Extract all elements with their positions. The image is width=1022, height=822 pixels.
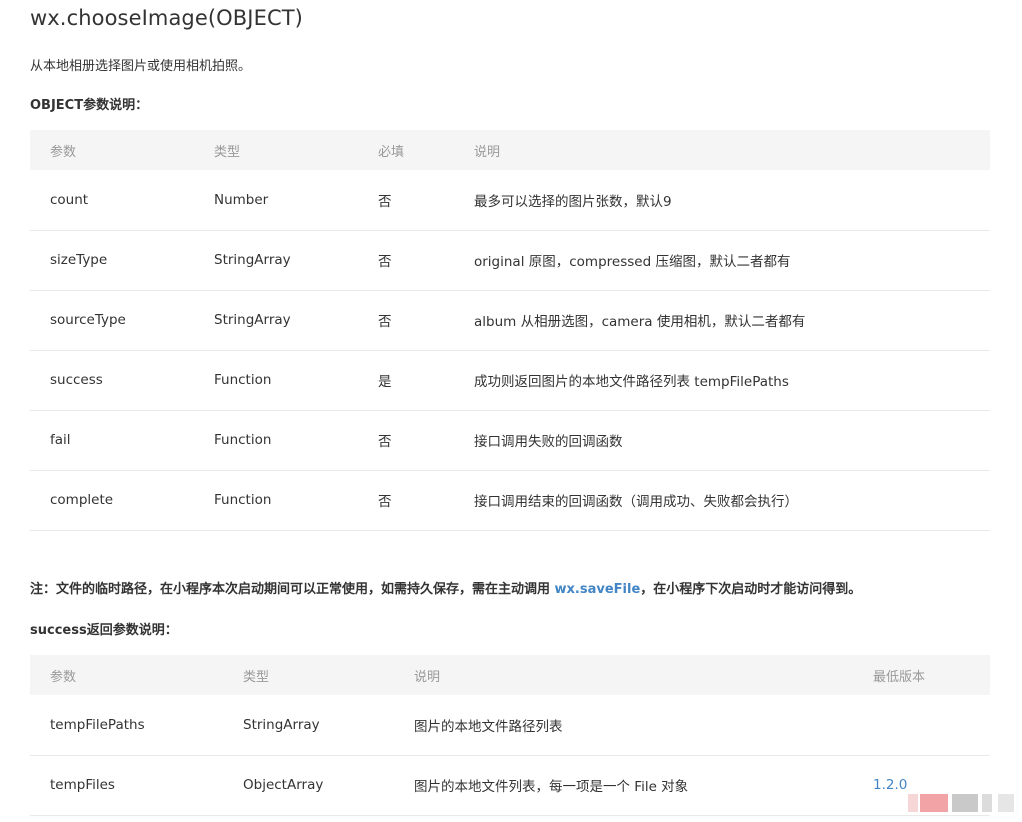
table-row: count Number 否 最多可以选择的图片张数，默认9: [30, 170, 990, 230]
param-description: 图片的本地文件路径列表: [414, 718, 563, 735]
param-name: count: [50, 191, 89, 208]
param-description: album 从相册选图，camera 使用相机，默认二者都有: [474, 314, 806, 330]
watermark-graphic: [908, 794, 1016, 812]
column-header: 参数: [50, 669, 77, 685]
table-row: sourceType StringArray 否 album 从相册选图，cam…: [30, 290, 990, 350]
param-description: 接口调用结束的回调函数（调用成功、失败都会执行）: [474, 494, 798, 510]
note-text-prefix: 注：文件的临时路径，在小程序本次启动期间可以正常使用，如需持久保存，需在主动调用: [30, 582, 555, 597]
object-params-table: 参数 类型 必填 说明 count Number 否 最多可以选择的图片张数，默…: [30, 130, 990, 531]
param-name: fail: [50, 432, 71, 448]
page-title: wx.chooseImage(OBJECT): [30, 6, 303, 30]
success-params-heading: success返回参数说明：: [30, 623, 178, 638]
table-row: tempFiles ObjectArray 图片的本地文件列表，每一项是一个 F…: [30, 755, 990, 815]
param-description: 成功则返回图片的本地文件路径列表 tempFilePaths: [474, 374, 789, 390]
temp-path-note: 注：文件的临时路径，在小程序本次启动期间可以正常使用，如需持久保存，需在主动调用…: [30, 578, 861, 597]
param-type: Number: [214, 191, 269, 208]
savefile-link[interactable]: wx.saveFile: [555, 582, 641, 597]
column-header: 最低版本: [873, 669, 926, 685]
param-name: complete: [50, 492, 114, 508]
column-header: 类型: [214, 144, 241, 160]
param-required: 否: [378, 434, 392, 450]
param-description: 接口调用失败的回调函数: [474, 434, 623, 450]
note-text-suffix: ，在小程序下次启动时才能访问得到。: [640, 582, 862, 597]
min-version: [853, 695, 990, 755]
param-type: Function: [214, 372, 272, 388]
param-required: 否: [378, 193, 392, 210]
param-type: Function: [214, 432, 272, 448]
page-description: 从本地相册选择图片或使用相机拍照。: [30, 59, 252, 74]
table-row: tempFilePaths StringArray 图片的本地文件路径列表: [30, 695, 990, 755]
param-type: StringArray: [214, 252, 291, 268]
table-row: fail Function 否 接口调用失败的回调函数: [30, 410, 990, 470]
version-link[interactable]: 1.2.0: [873, 777, 907, 793]
param-type: Function: [214, 492, 272, 508]
table-row: complete Function 否 接口调用结束的回调函数（调用成功、失败都…: [30, 470, 990, 530]
object-params-heading: OBJECT参数说明：: [30, 98, 149, 113]
column-header: 说明: [414, 669, 441, 685]
param-type: StringArray: [243, 716, 320, 733]
param-type: StringArray: [214, 312, 291, 328]
param-name: tempFilePaths: [50, 716, 145, 733]
column-header: 参数: [50, 144, 77, 160]
column-header: 类型: [243, 669, 270, 685]
success-params-table: 参数 类型 说明 最低版本 tempFilePaths StringArray …: [30, 655, 990, 816]
param-name: sourceType: [50, 312, 126, 328]
param-required: 否: [378, 494, 392, 510]
table-header-row: 参数 类型 必填 说明: [30, 130, 990, 170]
param-description: 图片的本地文件列表，每一项是一个 File 对象: [414, 779, 689, 795]
param-description: 最多可以选择的图片张数，默认9: [474, 193, 672, 210]
param-required: 否: [378, 314, 392, 330]
param-name: sizeType: [50, 252, 108, 268]
param-name: success: [50, 372, 103, 388]
column-header: 说明: [474, 144, 501, 160]
column-header: 必填: [378, 144, 405, 160]
param-required: 是: [378, 374, 392, 390]
param-name: tempFiles: [50, 777, 115, 793]
table-row: sizeType StringArray 否 original 原图，compr…: [30, 230, 990, 290]
param-type: ObjectArray: [243, 777, 324, 793]
table-row: success Function 是 成功则返回图片的本地文件路径列表 temp…: [30, 350, 990, 410]
table-header-row: 参数 类型 说明 最低版本: [30, 655, 990, 695]
param-required: 否: [378, 254, 392, 270]
param-description: original 原图，compressed 压缩图，默认二者都有: [474, 254, 791, 270]
